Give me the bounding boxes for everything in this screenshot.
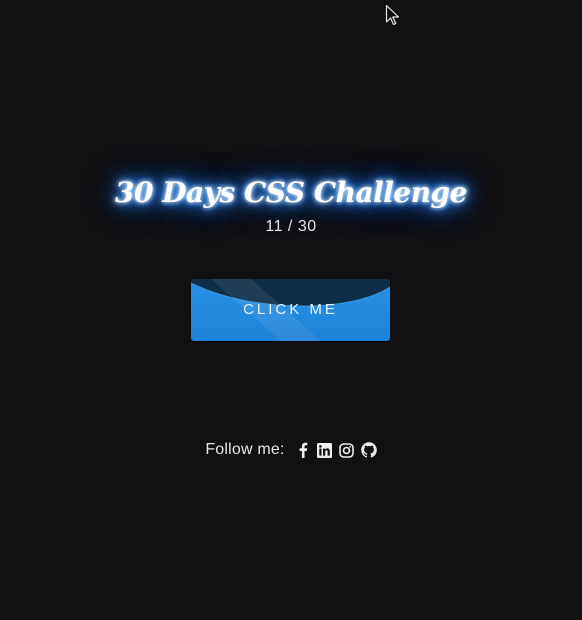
social-footer: Follow me:: [0, 441, 582, 459]
page-title: 30 Days CSS Challenge: [115, 176, 467, 209]
click-me-button[interactable]: CLICK ME: [191, 279, 390, 341]
linkedin-icon[interactable]: [317, 442, 333, 458]
follow-label: Follow me:: [205, 441, 285, 458]
instagram-icon[interactable]: [339, 442, 355, 458]
day-counter: 11 / 30: [265, 218, 317, 235]
challenge-page: 30 Days CSS Challenge 11 / 30 CLICK ME F…: [0, 0, 582, 620]
facebook-icon[interactable]: [295, 442, 311, 458]
click-me-label: CLICK ME: [243, 301, 338, 318]
github-icon[interactable]: [360, 442, 377, 458]
mouse-cursor-icon: [385, 4, 400, 26]
